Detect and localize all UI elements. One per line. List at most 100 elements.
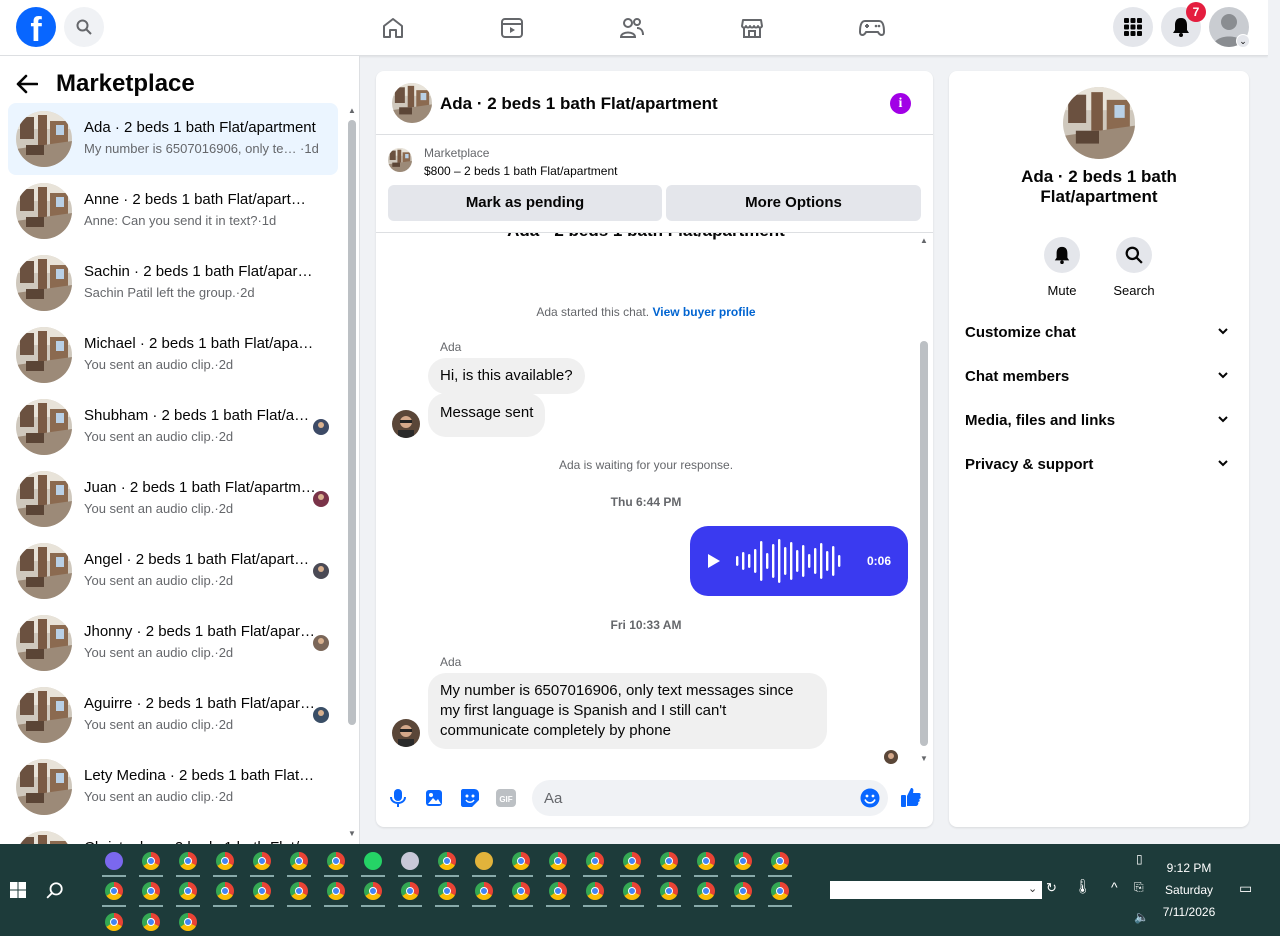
video-icon[interactable] <box>492 10 532 46</box>
chrome-icon[interactable] <box>105 882 123 900</box>
volume-icon[interactable]: 🔈 <box>1134 910 1149 924</box>
view-buyer-profile-link[interactable]: View buyer profile <box>652 305 755 319</box>
notification-center-icon[interactable]: ▭ <box>1239 880 1252 897</box>
avatar[interactable] <box>392 410 420 438</box>
media-files-links-row[interactable]: Media, files and links <box>957 399 1241 443</box>
chrome-icon[interactable] <box>216 882 234 900</box>
conversation-item[interactable]: Michael · 2 beds 1 bath Flat/apartment Yo… <box>8 319 338 391</box>
more-options-button[interactable]: More Options <box>666 185 921 221</box>
listing-thumbnail-large[interactable] <box>1063 87 1135 159</box>
chrome-icon[interactable] <box>512 852 530 870</box>
conversation-item[interactable]: Ada · 2 beds 1 bath Flat/apartment My num… <box>8 103 338 175</box>
chrome-icon[interactable] <box>623 882 641 900</box>
search-conversation-button[interactable]: Search <box>1104 237 1164 298</box>
conversation-item[interactable]: Jhonny · 2 beds 1 bath Flat/apartment You… <box>8 607 338 679</box>
weather-icon[interactable]: 🌡 <box>1074 878 1092 895</box>
listing-price[interactable]: $800 – 2 beds 1 bath Flat/apartment <box>424 164 617 178</box>
chevron-up-icon[interactable]: ^ <box>1111 879 1118 895</box>
message-input-box[interactable] <box>532 780 888 816</box>
microphone-icon[interactable] <box>388 788 408 808</box>
marketplace-icon[interactable] <box>732 10 772 46</box>
chrome-icon[interactable] <box>512 882 530 900</box>
conversation-item[interactable]: Anne · 2 beds 1 bath Flat/apartment Anne:… <box>8 175 338 247</box>
chrome-icon[interactable] <box>697 882 715 900</box>
emoji-icon[interactable] <box>860 788 880 808</box>
chrome-icon[interactable] <box>401 882 419 900</box>
chrome-icon[interactable] <box>586 882 604 900</box>
chrome-icon[interactable] <box>364 882 382 900</box>
taskbar-date[interactable]: 7/11/2026 <box>1150 905 1228 919</box>
chrome-icon[interactable] <box>438 882 456 900</box>
chrome-icon[interactable] <box>697 852 715 870</box>
mark-pending-button[interactable]: Mark as pending <box>388 185 662 221</box>
chrome-icon[interactable] <box>623 852 641 870</box>
friends-icon[interactable] <box>612 10 652 46</box>
chrome-icon[interactable] <box>734 852 752 870</box>
chrome-icon[interactable] <box>142 882 160 900</box>
chrome-icon[interactable] <box>179 913 197 931</box>
play-icon[interactable] <box>706 553 722 569</box>
customize-chat-row[interactable]: Customize chat <box>957 311 1241 355</box>
chrome-icon[interactable] <box>734 882 752 900</box>
taskbar-app-icon[interactable] <box>105 852 123 870</box>
chrome-icon[interactable] <box>586 852 604 870</box>
menu-grid-button[interactable] <box>1113 7 1153 47</box>
search-button[interactable] <box>64 7 104 47</box>
taskbar-app-icon[interactable] <box>364 852 382 870</box>
chrome-icon[interactable] <box>660 882 678 900</box>
back-arrow-icon[interactable] <box>16 74 38 94</box>
photo-icon[interactable] <box>424 788 444 808</box>
avatar[interactable] <box>392 719 420 747</box>
gaming-icon[interactable] <box>852 10 892 46</box>
message-bubble[interactable]: Hi, is this available? <box>428 358 585 394</box>
conversation-item[interactable]: Angel · 2 beds 1 bath Flat/apartment You … <box>8 535 338 607</box>
chrome-icon[interactable] <box>179 852 197 870</box>
taskbar-day[interactable]: Saturday <box>1150 883 1228 897</box>
conversation-item[interactable]: Shubham · 2 beds 1 bath Flat/apartment Yo… <box>8 391 338 463</box>
listing-thumbnail[interactable] <box>392 83 432 123</box>
info-icon[interactable]: i <box>890 93 911 114</box>
chrome-icon[interactable] <box>290 882 308 900</box>
conversation-item[interactable]: Juan · 2 beds 1 bath Flat/apartment You s… <box>8 463 338 535</box>
chrome-icon[interactable] <box>253 852 271 870</box>
tablet-icon[interactable]: ▯ <box>1136 852 1143 866</box>
scroll-down-arrow[interactable]: ▼ <box>920 754 928 763</box>
taskbar-address-box[interactable]: ⌄ <box>830 881 1042 899</box>
chat-members-row[interactable]: Chat members <box>957 355 1241 399</box>
privacy-support-row[interactable]: Privacy & support <box>957 443 1241 487</box>
sidebar-scroll-thumb[interactable] <box>348 120 356 725</box>
chrome-icon[interactable] <box>105 913 123 931</box>
conversation-item[interactable]: Lety Medina · 2 beds 1 bath Flat/apartme… <box>8 751 338 823</box>
home-icon[interactable] <box>373 10 413 46</box>
taskbar-app-icon[interactable] <box>401 852 419 870</box>
chevron-down-icon[interactable]: ⌄ <box>1236 34 1250 48</box>
listing-thumbnail-small[interactable] <box>388 148 412 172</box>
thumbs-up-icon[interactable] <box>900 786 922 808</box>
conversation-item[interactable]: Aguirre · 2 beds 1 bath Flat/apartment Yo… <box>8 679 338 751</box>
page-scrollbar[interactable] <box>1268 0 1280 844</box>
gif-icon[interactable]: GIF <box>496 788 516 808</box>
network-icon[interactable]: ⎘ <box>1134 880 1144 895</box>
chrome-icon[interactable] <box>253 882 271 900</box>
mute-button[interactable]: Mute <box>1032 237 1092 298</box>
chrome-icon[interactable] <box>142 852 160 870</box>
facebook-logo[interactable]: f <box>16 7 56 47</box>
message-bubble[interactable]: Message sent <box>428 393 546 437</box>
message-input[interactable] <box>544 780 844 816</box>
chrome-icon[interactable] <box>290 852 308 870</box>
scroll-down-arrow[interactable]: ▼ <box>348 829 356 838</box>
refresh-icon[interactable]: ↻ <box>1046 880 1057 896</box>
chrome-icon[interactable] <box>771 852 789 870</box>
conversation-item[interactable]: Christopher · 2 beds 1 bath Flat/apartme… <box>8 823 338 844</box>
chrome-icon[interactable] <box>549 882 567 900</box>
windows-start-icon[interactable] <box>10 882 26 898</box>
message-bubble[interactable]: My number is 6507016906, only text messa… <box>428 673 827 749</box>
chrome-icon[interactable] <box>179 882 197 900</box>
sticker-icon[interactable] <box>460 788 480 808</box>
chrome-icon[interactable] <box>549 852 567 870</box>
chat-scroll-thumb[interactable] <box>920 341 928 746</box>
chrome-icon[interactable] <box>660 852 678 870</box>
taskbar-app-icon[interactable] <box>475 852 493 870</box>
chrome-icon[interactable] <box>327 852 345 870</box>
taskbar-search-icon[interactable] <box>46 881 64 899</box>
